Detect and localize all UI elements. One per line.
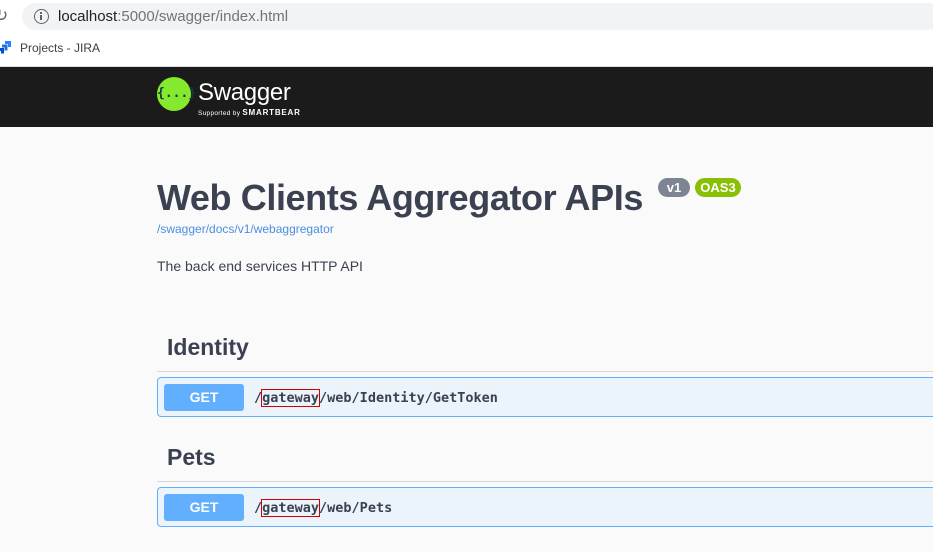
divider xyxy=(157,371,933,372)
reload-icon[interactable]: ↻ xyxy=(0,6,14,26)
operation-path[interactable]: /gateway/web/Identity/GetToken xyxy=(254,389,498,407)
jira-icon xyxy=(0,41,11,54)
path-highlight: gateway xyxy=(261,389,321,407)
api-description: The back end services HTTP API xyxy=(157,258,363,274)
url-field[interactable]: localhost:5000/swagger/index.html xyxy=(22,3,933,30)
divider xyxy=(157,481,933,482)
browser-address-bar: ↻ localhost:5000/swagger/index.html xyxy=(0,0,933,33)
bookmarks-bar: Projects - JIRA xyxy=(0,33,933,67)
swagger-brand[interactable]: Swagger xyxy=(198,79,291,107)
method-badge-get[interactable]: GET xyxy=(164,494,244,521)
operation-get-identity-gettoken[interactable]: GET /gateway/web/Identity/GetToken xyxy=(157,377,933,417)
path-highlight: gateway xyxy=(261,499,321,517)
swagger-topbar: {...} Swagger Supported by SMARTBEAR xyxy=(0,67,933,127)
tag-pets[interactable]: Pets xyxy=(167,444,216,471)
info-icon[interactable] xyxy=(34,9,49,24)
operation-path[interactable]: /gateway/web/Pets xyxy=(254,499,392,517)
version-badge: v1 xyxy=(658,178,690,197)
operation-get-pets[interactable]: GET /gateway/web/Pets xyxy=(157,487,933,527)
supported-by-smartbear: Supported by SMARTBEAR xyxy=(198,108,301,117)
method-badge-get[interactable]: GET xyxy=(164,384,244,411)
swagger-logo-icon[interactable]: {...} xyxy=(157,77,196,111)
api-title: Web Clients Aggregator APIs xyxy=(157,177,643,218)
tag-identity[interactable]: Identity xyxy=(167,334,249,361)
url-text[interactable]: localhost:5000/swagger/index.html xyxy=(58,8,288,25)
spec-url-link[interactable]: /swagger/docs/v1/webaggregator xyxy=(157,222,334,236)
bookmark-projects-jira[interactable]: Projects - JIRA xyxy=(20,41,100,55)
main-content: Web Clients Aggregator APIs v1 OAS3 /swa… xyxy=(0,127,933,552)
oas-badge: OAS3 xyxy=(695,178,741,197)
